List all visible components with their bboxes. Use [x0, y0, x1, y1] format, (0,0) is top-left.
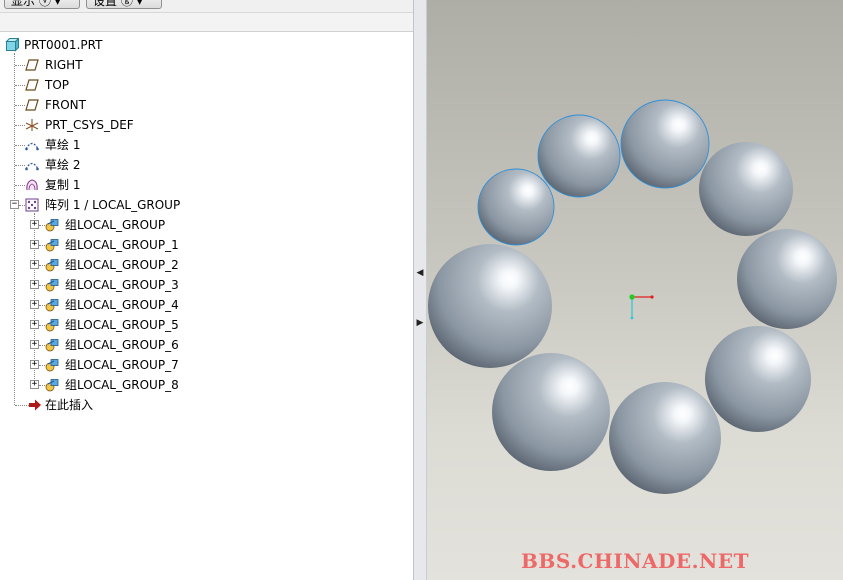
collapse-left-arrow-icon[interactable]: ◀	[416, 268, 424, 278]
tree-item-insert-here[interactable]: 在此插入	[0, 395, 413, 415]
tree-item-label: 组LOCAL_GROUP_2	[65, 258, 179, 272]
group-icon	[45, 339, 59, 352]
tree-item-front[interactable]: FRONT	[0, 95, 413, 115]
panel-splitter[interactable]: ◀ ▶	[414, 0, 427, 580]
tree-connector	[15, 125, 25, 126]
tree-item-group[interactable]: + 组LOCAL_GROUP_4	[0, 295, 413, 315]
tree-item-label: 组LOCAL_GROUP_4	[65, 298, 179, 312]
tree-item-label: 组LOCAL_GROUP_3	[65, 278, 179, 292]
collapse-toggle[interactable]: −	[10, 200, 19, 209]
sphere[interactable]	[699, 142, 793, 236]
expand-toggle[interactable]: +	[30, 280, 39, 289]
group-icon	[45, 299, 59, 312]
expand-right-arrow-icon[interactable]: ▶	[416, 318, 424, 328]
model-tree-panel: 显示 ⓥ ▾ 设置 ⓖ ▾ PRT0001.PRT RIGHT TOP FRON…	[0, 0, 414, 580]
expand-toggle[interactable]: +	[30, 260, 39, 269]
root-label: PRT0001.PRT	[24, 38, 103, 52]
sphere[interactable]	[620, 99, 710, 189]
insert-arrow-icon	[29, 399, 41, 411]
datum-plane-icon	[25, 59, 39, 71]
group-icon	[45, 219, 59, 232]
sketch-icon	[25, 162, 39, 171]
tree-item-label: 草绘 2	[45, 158, 81, 172]
tree-item-label: PRT_CSYS_DEF	[45, 118, 134, 132]
graphics-window[interactable]: BBS.CHINADE.NET	[427, 0, 843, 580]
tree-item-group[interactable]: + 组LOCAL_GROUP_5	[0, 315, 413, 335]
tree-item-label: RIGHT	[45, 58, 83, 72]
sphere[interactable]	[492, 353, 610, 471]
tree-item-group[interactable]: + 组LOCAL_GROUP_2	[0, 255, 413, 275]
tree-connector	[15, 65, 25, 66]
tree-item-group[interactable]: + 组LOCAL_GROUP_7	[0, 355, 413, 375]
sphere[interactable]	[537, 114, 621, 198]
group-icon	[45, 239, 59, 252]
tree-root[interactable]: PRT0001.PRT	[0, 35, 413, 55]
sphere[interactable]	[737, 229, 837, 329]
part-icon	[5, 38, 19, 52]
tree-item-label: 阵列 1 / LOCAL_GROUP	[45, 198, 181, 212]
tree-item-label: 组LOCAL_GROUP_8	[65, 378, 179, 392]
coordinate-system-icon	[25, 119, 39, 131]
model-tree: PRT0001.PRT RIGHT TOP FRONT PRT_CSYS_DEF…	[0, 35, 413, 415]
tree-item-sketch-1[interactable]: 草绘 1	[0, 135, 413, 155]
tree-item-top[interactable]: TOP	[0, 75, 413, 95]
sphere[interactable]	[428, 244, 552, 368]
datum-plane-icon	[25, 79, 39, 91]
tree-item-sketch-2[interactable]: 草绘 2	[0, 155, 413, 175]
tree-item-label: 组LOCAL_GROUP_5	[65, 318, 179, 332]
expand-toggle[interactable]: +	[30, 340, 39, 349]
datum-plane-icon	[25, 99, 39, 111]
tree-item-right[interactable]: RIGHT	[0, 55, 413, 75]
tree-item-group[interactable]: + 组LOCAL_GROUP	[0, 215, 413, 235]
tree-connector	[15, 85, 25, 86]
coordinate-triad-icon	[629, 294, 654, 320]
tree-item-label: 在此插入	[45, 398, 94, 412]
tree-item-label: 草绘 1	[45, 138, 81, 152]
copy-feature-icon	[26, 179, 38, 191]
tree-item-label: 组LOCAL_GROUP_1	[65, 238, 179, 252]
tree-item-label: FRONT	[45, 98, 86, 112]
tree-connector	[15, 105, 25, 106]
tree-item-label: 复制 1	[45, 178, 81, 192]
sphere[interactable]	[609, 382, 721, 494]
group-icon	[45, 359, 59, 372]
sphere[interactable]	[705, 326, 811, 432]
tree-item-group[interactable]: + 组LOCAL_GROUP_6	[0, 335, 413, 355]
tree-item-pattern[interactable]: − 阵列 1 / LOCAL_GROUP	[0, 195, 413, 215]
pattern-children: + 组LOCAL_GROUP + 组LOCAL_GROUP_1 + 组LOCAL_GROU…	[0, 215, 413, 395]
tree-item-label: 组LOCAL_GROUP_7	[65, 358, 179, 372]
expand-toggle[interactable]: +	[30, 220, 39, 229]
watermark-text: BBS.CHINADE.NET	[521, 549, 749, 573]
group-icon	[45, 379, 59, 392]
tree-item-group[interactable]: + 组LOCAL_GROUP_8	[0, 375, 413, 395]
expand-toggle[interactable]: +	[30, 360, 39, 369]
tree-item-copy-1[interactable]: 复制 1	[0, 175, 413, 195]
tree-item-label: 组LOCAL_GROUP_6	[65, 338, 179, 352]
tree-connector	[15, 145, 25, 146]
pattern-icon	[25, 198, 39, 212]
tree-toolbar: 显示 ⓥ ▾ 设置 ⓖ ▾	[0, 0, 413, 12]
tree-header-bar	[0, 12, 413, 32]
tree-item-label: 组LOCAL_GROUP	[65, 218, 166, 232]
show-menu-button[interactable]: 显示 ⓥ ▾	[4, 0, 80, 9]
tree-connector	[15, 165, 25, 166]
tree-item-group[interactable]: + 组LOCAL_GROUP_1	[0, 235, 413, 255]
expand-toggle[interactable]: +	[30, 240, 39, 249]
tree-item-csys[interactable]: PRT_CSYS_DEF	[0, 115, 413, 135]
expand-toggle[interactable]: +	[30, 380, 39, 389]
tree-connector	[15, 185, 25, 186]
group-icon	[45, 259, 59, 272]
sphere[interactable]	[477, 168, 555, 246]
tree-item-group[interactable]: + 组LOCAL_GROUP_3	[0, 275, 413, 295]
tree-connector	[15, 405, 29, 406]
tree-item-label: TOP	[45, 78, 70, 92]
expand-toggle[interactable]: +	[30, 320, 39, 329]
group-icon	[45, 279, 59, 292]
expand-toggle[interactable]: +	[30, 300, 39, 309]
sketch-icon	[25, 142, 39, 151]
settings-menu-button[interactable]: 设置 ⓖ ▾	[86, 0, 162, 9]
group-icon	[45, 319, 59, 332]
model-viewport[interactable]	[427, 0, 843, 580]
